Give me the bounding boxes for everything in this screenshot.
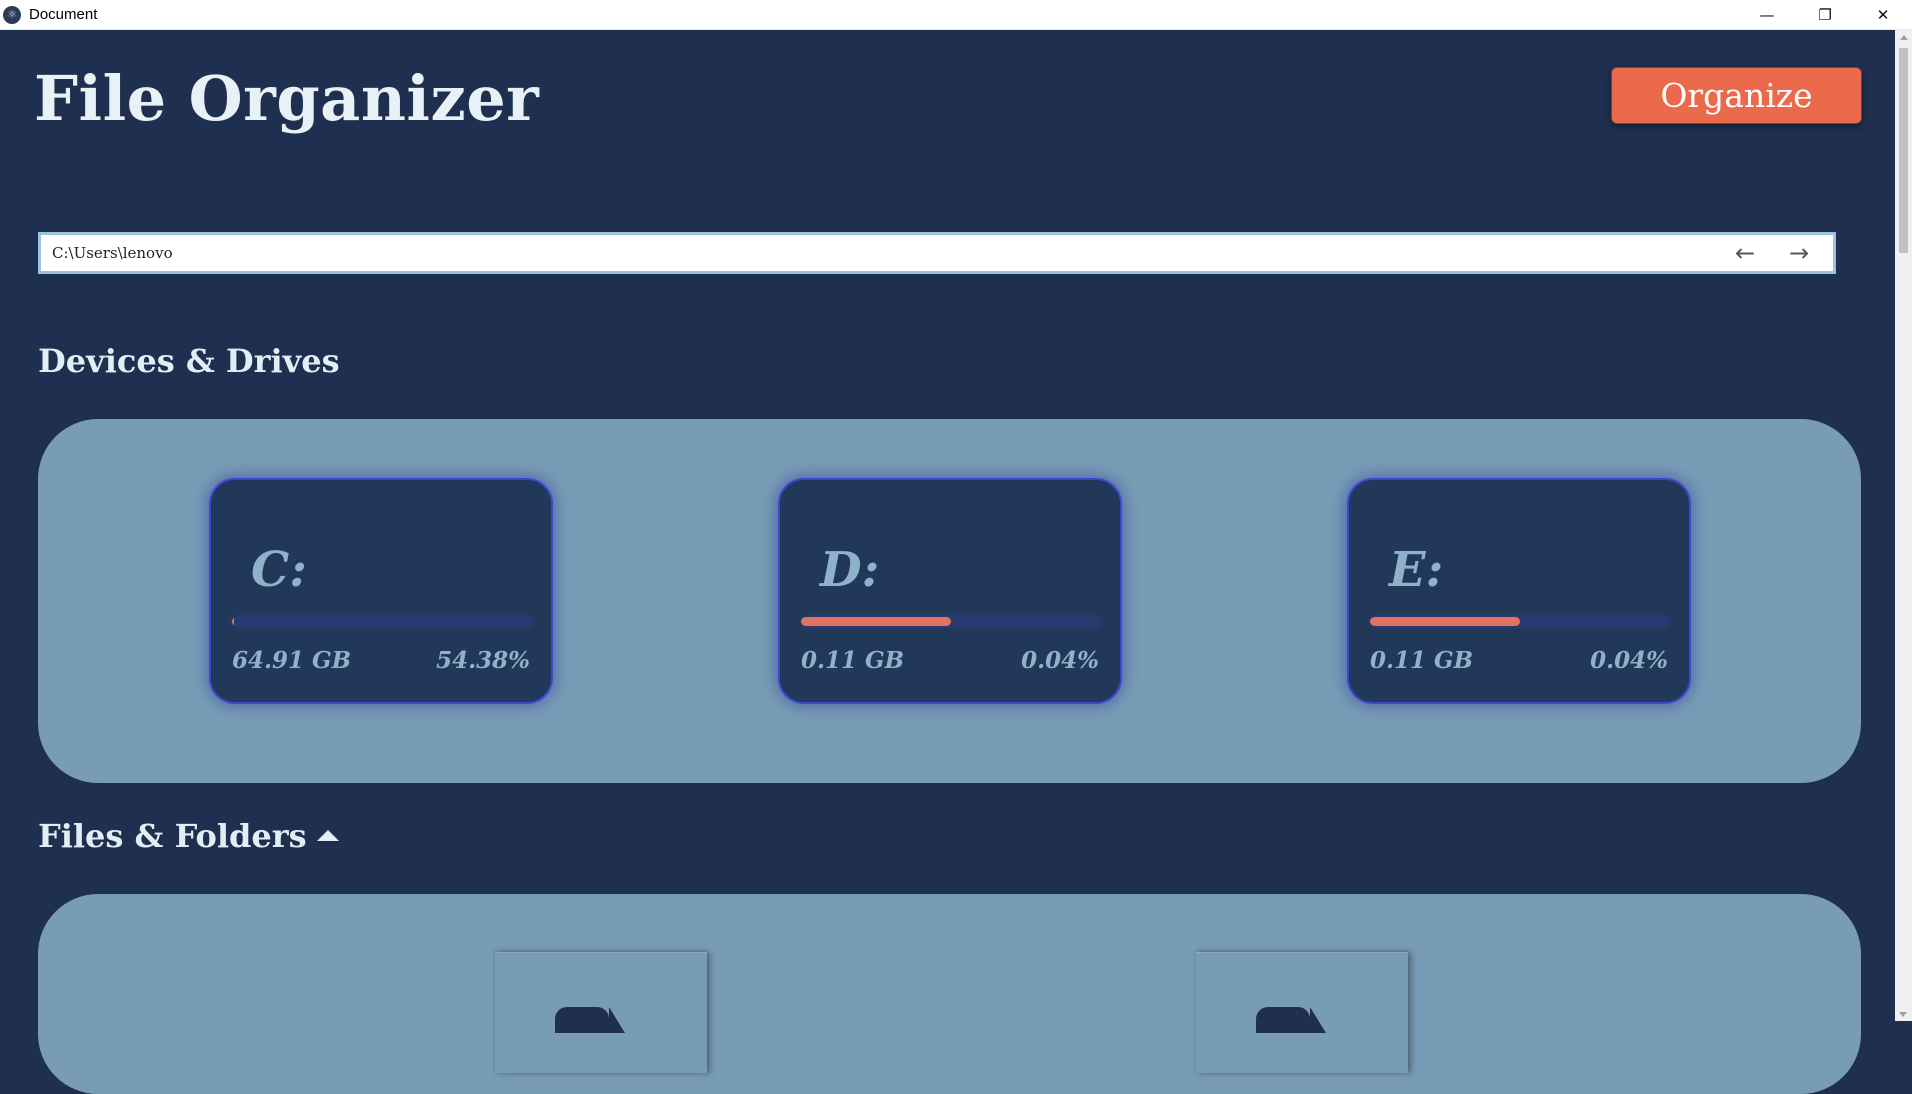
drive-percent: 54.38% [436, 647, 530, 674]
close-button[interactable]: ✕ [1854, 0, 1912, 29]
files-panel [38, 894, 1861, 1094]
window-title: Document [29, 6, 98, 23]
folder-card[interactable] [495, 952, 707, 1073]
back-arrow-icon[interactable]: ← [1725, 235, 1765, 271]
drive-letter: C: [251, 542, 307, 598]
drive-usage-fill [1370, 617, 1520, 626]
collapse-caret-icon[interactable] [316, 830, 339, 841]
drive-size: 64.91 GB [232, 647, 352, 674]
scroll-up-arrow-icon[interactable] [1899, 35, 1908, 40]
drive-usage-bar [232, 617, 532, 626]
folder-card[interactable] [1196, 952, 1408, 1073]
drive-usage-bar [801, 617, 1101, 626]
folder-icon [555, 1007, 625, 1047]
drive-size: 0.11 GB [801, 647, 905, 674]
path-input[interactable] [50, 237, 1725, 269]
drive-size: 0.11 GB [1370, 647, 1474, 674]
window-titlebar: ⚛ Document — ❐ ✕ [0, 0, 1912, 30]
drive-letter: D: [820, 542, 880, 598]
window-controls: — ❐ ✕ [1738, 0, 1912, 29]
forward-arrow-icon[interactable]: → [1779, 235, 1819, 271]
drive-percent: 0.04% [1021, 647, 1099, 674]
drive-card-e[interactable]: E: 0.11 GB 0.04% [1347, 478, 1691, 704]
scrollbar-thumb[interactable] [1899, 48, 1908, 253]
files-heading-label: Files & Folders [38, 817, 307, 855]
devices-heading: Devices & Drives [38, 342, 340, 380]
drive-card-d[interactable]: D: 0.11 GB 0.04% [778, 478, 1122, 704]
drive-card-c[interactable]: C: 64.91 GB 54.38% [209, 478, 553, 704]
drive-usage-fill [232, 617, 234, 626]
drive-percent: 0.04% [1590, 647, 1668, 674]
organize-button[interactable]: Organize [1611, 67, 1862, 124]
drive-usage-bar [1370, 617, 1670, 626]
drive-letter: E: [1389, 542, 1444, 598]
folder-icon [1256, 1007, 1326, 1047]
restore-button[interactable]: ❐ [1796, 0, 1854, 29]
scroll-down-arrow-icon[interactable] [1899, 1012, 1907, 1017]
drives-panel: C: 64.91 GB 54.38% D: 0.11 GB 0.04% E: 0… [38, 419, 1861, 783]
drive-usage-fill [801, 617, 951, 626]
page-title: File Organizer [34, 62, 540, 135]
minimize-button[interactable]: — [1738, 0, 1796, 29]
vertical-scrollbar[interactable] [1895, 30, 1912, 1021]
files-heading[interactable]: Files & Folders [38, 817, 339, 855]
path-bar: ← → [38, 232, 1836, 274]
electron-icon: ⚛ [3, 5, 21, 24]
